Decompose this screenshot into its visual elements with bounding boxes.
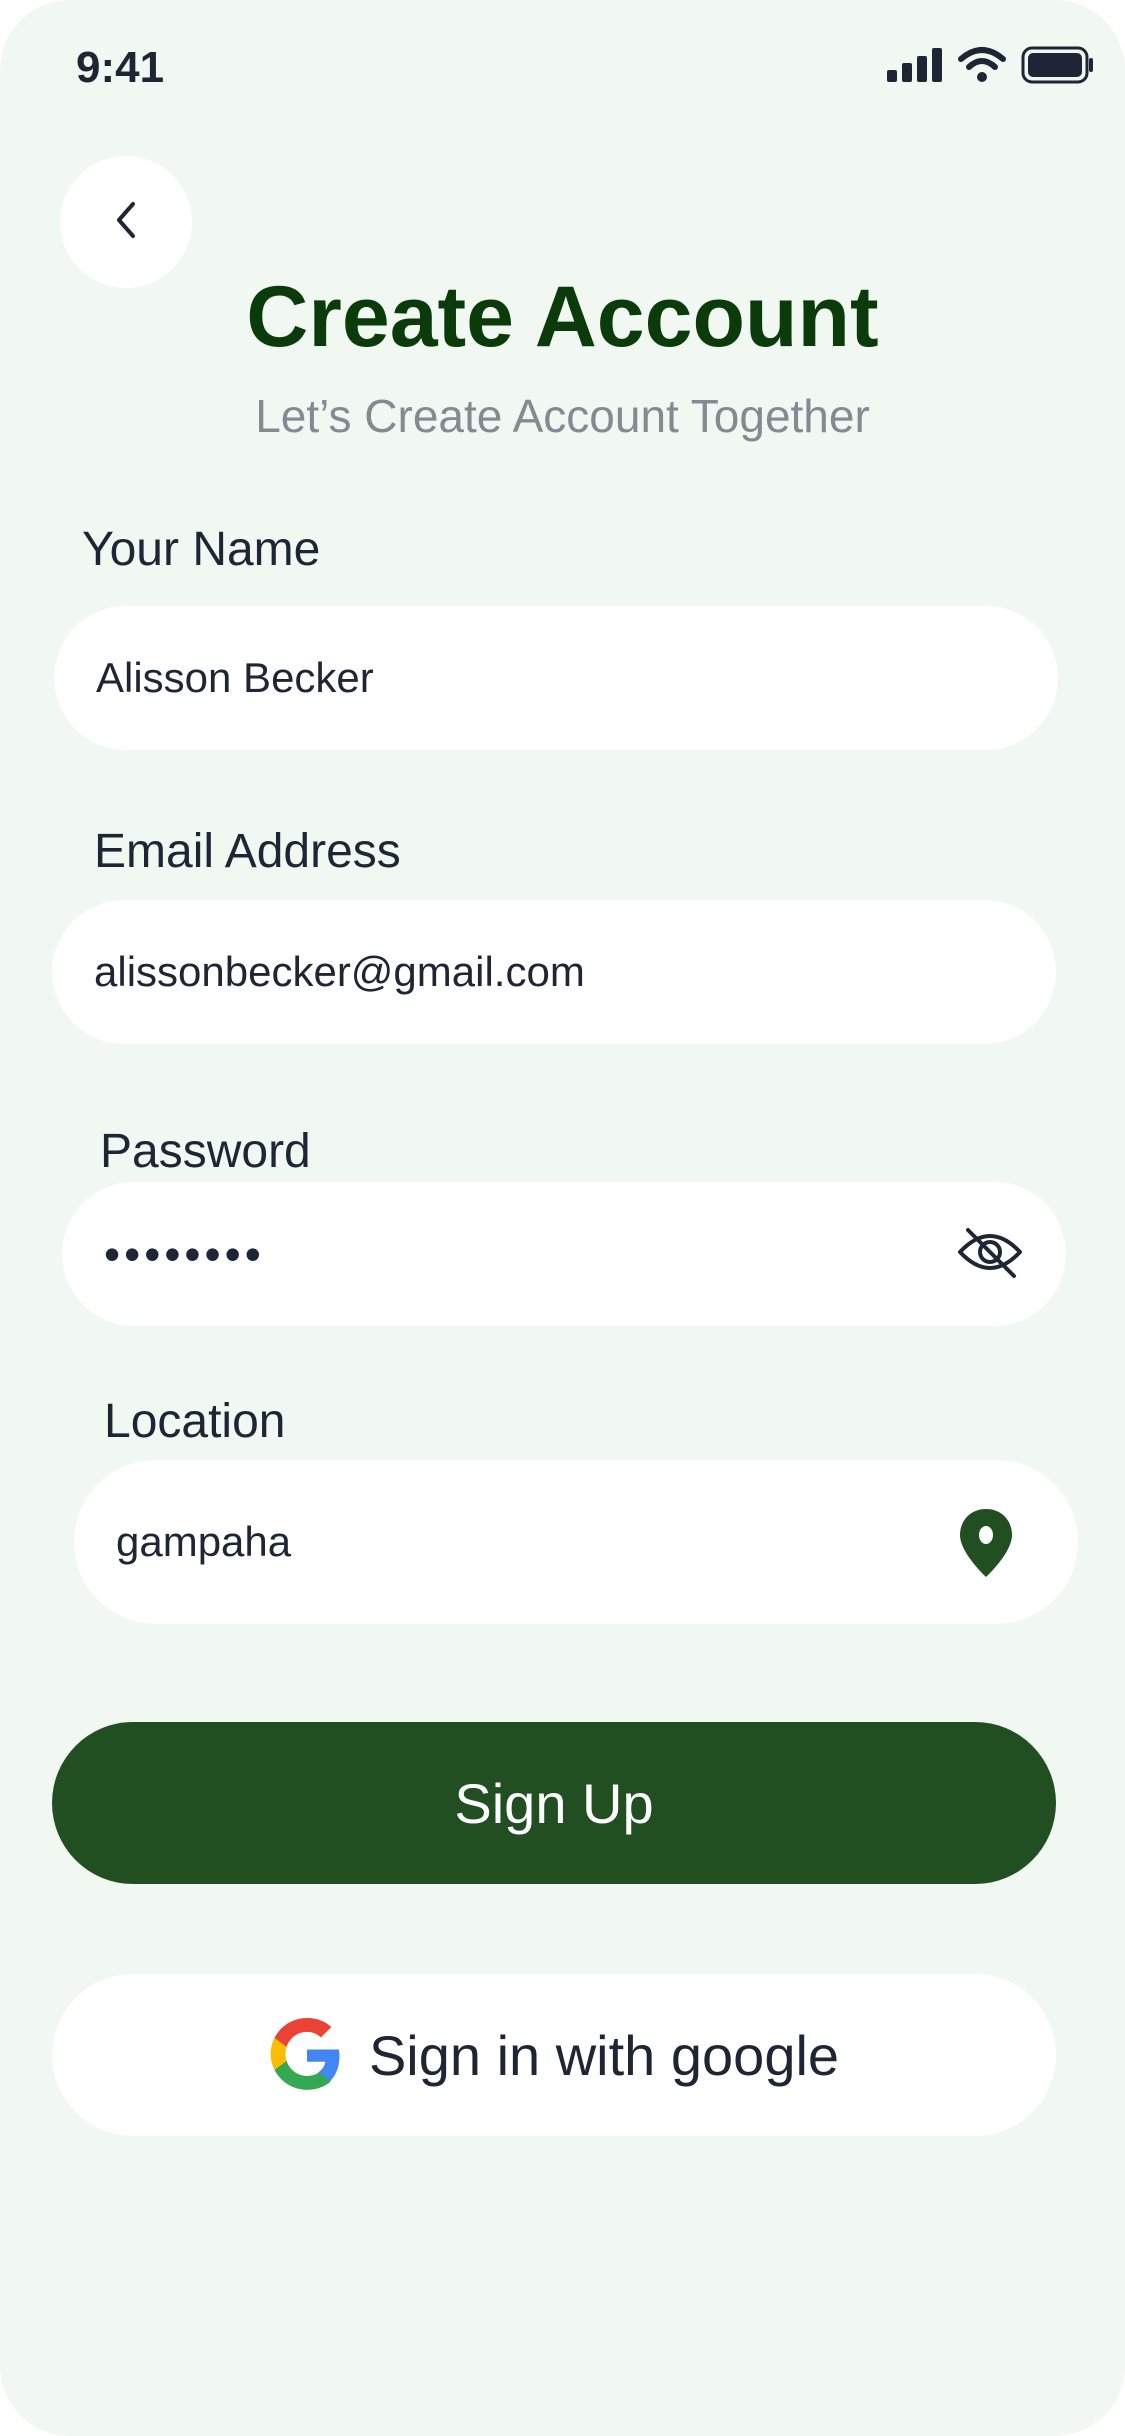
- location-value: gampaha: [116, 1518, 292, 1565]
- status-icons: [887, 46, 1095, 89]
- eye-off-icon[interactable]: [956, 1224, 1024, 1285]
- sign-up-label: Sign Up: [454, 1771, 654, 1835]
- name-value: Alisson Becker: [96, 654, 374, 701]
- battery-icon: [1021, 46, 1095, 89]
- location-label: Location: [104, 1395, 286, 1448]
- chevron-left-icon: [111, 198, 141, 247]
- sign-up-button[interactable]: Sign Up: [52, 1722, 1056, 1884]
- email-field[interactable]: alissonbecker@gmail.com: [52, 900, 1056, 1044]
- email-value: alissonbecker@gmail.com: [94, 948, 585, 995]
- password-value: ••••••••: [104, 1228, 265, 1280]
- cellular-signal-icon: [887, 48, 943, 87]
- email-label: Email Address: [94, 825, 401, 878]
- google-sign-in-button[interactable]: Sign in with google: [52, 1974, 1056, 2136]
- google-logo-icon: [269, 2017, 345, 2093]
- location-pin-icon[interactable]: [958, 1507, 1014, 1584]
- name-label: Your Name: [82, 523, 321, 576]
- password-field[interactable]: ••••••••: [62, 1182, 1066, 1326]
- password-label: Password: [100, 1125, 311, 1178]
- page-title: Create Account: [246, 269, 879, 365]
- wifi-icon: [957, 47, 1007, 88]
- create-account-screen: 9:41 Create Account Let’s Create Account…: [0, 0, 1125, 2436]
- google-sign-in-label: Sign in with google: [368, 2023, 840, 2087]
- status-time: 9:41: [76, 43, 165, 92]
- location-field[interactable]: gampaha: [74, 1460, 1078, 1624]
- page-subtitle: Let’s Create Account Together: [255, 390, 870, 442]
- name-field[interactable]: Alisson Becker: [54, 606, 1058, 750]
